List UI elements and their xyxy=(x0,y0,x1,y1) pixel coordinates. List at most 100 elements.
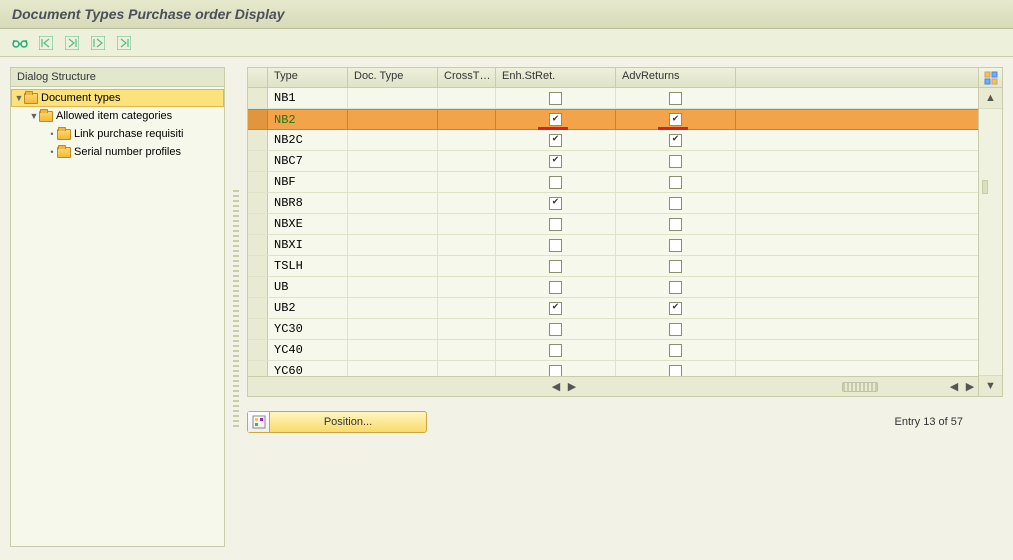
next-page-icon[interactable] xyxy=(88,33,108,53)
checkbox-icon[interactable] xyxy=(669,239,682,252)
row-selector[interactable] xyxy=(248,88,268,108)
row-selector[interactable] xyxy=(248,235,268,255)
cell-adv[interactable] xyxy=(616,214,736,234)
checkbox-icon[interactable] xyxy=(549,302,562,315)
checkbox-icon[interactable] xyxy=(549,365,562,377)
vscroll-down-icon[interactable]: ▼ xyxy=(979,376,1002,396)
checkbox-icon[interactable] xyxy=(549,155,562,168)
tree-twisty-icon[interactable]: ▼ xyxy=(14,93,24,103)
row-selector[interactable] xyxy=(248,110,268,129)
cell-adv[interactable] xyxy=(616,340,736,360)
col-type[interactable]: Type xyxy=(268,68,348,87)
checkbox-icon[interactable] xyxy=(669,218,682,231)
col-enh[interactable]: Enh.StRet. xyxy=(496,68,616,87)
row-selector[interactable] xyxy=(248,256,268,276)
cell-enh[interactable] xyxy=(496,340,616,360)
row-selector[interactable] xyxy=(248,298,268,318)
cell-enh[interactable] xyxy=(496,151,616,171)
cell-adv[interactable] xyxy=(616,319,736,339)
checkbox-icon[interactable] xyxy=(549,92,562,105)
cell-adv[interactable] xyxy=(616,277,736,297)
checkbox-icon[interactable] xyxy=(549,176,562,189)
hscroll-right-icon[interactable]: ▶ xyxy=(564,380,580,393)
checkbox-icon[interactable] xyxy=(669,134,682,147)
table-row[interactable]: UB2 xyxy=(248,298,978,319)
row-selector[interactable] xyxy=(248,193,268,213)
checkbox-icon[interactable] xyxy=(669,197,682,210)
table-row[interactable]: NBC7 xyxy=(248,151,978,172)
table-row[interactable]: NBXI xyxy=(248,235,978,256)
tree-node-2[interactable]: •Link purchase requisiti xyxy=(11,125,224,143)
cell-adv[interactable] xyxy=(616,298,736,318)
cell-adv[interactable] xyxy=(616,88,736,108)
table-row[interactable]: NB2C xyxy=(248,130,978,151)
tree-twisty-icon[interactable]: ▼ xyxy=(29,111,39,121)
table-row[interactable]: NB2 xyxy=(248,109,978,130)
cell-enh[interactable] xyxy=(496,172,616,192)
cell-adv[interactable] xyxy=(616,256,736,276)
col-select[interactable] xyxy=(248,68,268,87)
row-selector[interactable] xyxy=(248,151,268,171)
hscroll-left2-icon[interactable]: ◀ xyxy=(946,380,962,393)
table-row[interactable]: NBXE xyxy=(248,214,978,235)
first-page-icon[interactable] xyxy=(36,33,56,53)
checkbox-icon[interactable] xyxy=(669,281,682,294)
cell-adv[interactable] xyxy=(616,151,736,171)
checkbox-icon[interactable] xyxy=(669,92,682,105)
hscroll-right2-icon[interactable]: ▶ xyxy=(962,380,978,393)
cell-adv[interactable] xyxy=(616,172,736,192)
col-cross[interactable]: CrossT… xyxy=(438,68,496,87)
cell-enh[interactable] xyxy=(496,361,616,376)
checkbox-icon[interactable] xyxy=(669,302,682,315)
prev-page-icon[interactable] xyxy=(62,33,82,53)
table-row[interactable]: UB xyxy=(248,277,978,298)
checkbox-icon[interactable] xyxy=(549,281,562,294)
table-row[interactable]: YC60 xyxy=(248,361,978,376)
checkbox-icon[interactable] xyxy=(669,260,682,273)
cell-adv[interactable] xyxy=(616,361,736,376)
table-row[interactable]: NB1 xyxy=(248,88,978,109)
checkbox-icon[interactable] xyxy=(669,344,682,357)
cell-enh[interactable] xyxy=(496,235,616,255)
cell-enh[interactable] xyxy=(496,88,616,108)
tree-node-0[interactable]: ▼Document types xyxy=(11,89,224,107)
checkbox-icon[interactable] xyxy=(549,218,562,231)
checkbox-icon[interactable] xyxy=(669,323,682,336)
checkbox-icon[interactable] xyxy=(669,365,682,377)
col-doctype[interactable]: Doc. Type xyxy=(348,68,438,87)
cell-enh[interactable] xyxy=(496,298,616,318)
tree-twisty-icon[interactable]: • xyxy=(47,147,57,157)
hscroll-track[interactable] xyxy=(580,382,834,392)
cell-enh[interactable] xyxy=(496,256,616,276)
table-row[interactable]: YC40 xyxy=(248,340,978,361)
checkbox-icon[interactable] xyxy=(549,197,562,210)
splitter-handle[interactable] xyxy=(233,187,239,427)
checkbox-icon[interactable] xyxy=(549,344,562,357)
checkbox-icon[interactable] xyxy=(669,176,682,189)
tree-node-3[interactable]: •Serial number profiles xyxy=(11,143,224,161)
row-selector[interactable] xyxy=(248,130,268,150)
cell-enh[interactable] xyxy=(496,130,616,150)
vscroll-track[interactable] xyxy=(979,108,1002,376)
checkbox-icon[interactable] xyxy=(549,323,562,336)
row-selector[interactable] xyxy=(248,172,268,192)
glasses-icon[interactable] xyxy=(10,33,30,53)
checkbox-icon[interactable] xyxy=(549,260,562,273)
vscroll-thumb[interactable] xyxy=(982,180,988,194)
row-selector[interactable] xyxy=(248,361,268,376)
table-row[interactable]: NBR8 xyxy=(248,193,978,214)
checkbox-icon[interactable] xyxy=(549,113,562,126)
cell-adv[interactable] xyxy=(616,235,736,255)
row-selector[interactable] xyxy=(248,214,268,234)
hscroll-left-icon[interactable]: ◀ xyxy=(548,380,564,393)
tree-twisty-icon[interactable]: • xyxy=(47,129,57,139)
tree-node-1[interactable]: ▼Allowed item categories xyxy=(11,107,224,125)
table-row[interactable]: YC30 xyxy=(248,319,978,340)
checkbox-icon[interactable] xyxy=(549,239,562,252)
row-selector[interactable] xyxy=(248,340,268,360)
cell-enh[interactable] xyxy=(496,214,616,234)
table-settings-icon[interactable] xyxy=(979,68,1002,88)
position-button[interactable]: Position... xyxy=(247,411,427,433)
cell-enh[interactable] xyxy=(496,193,616,213)
row-selector[interactable] xyxy=(248,319,268,339)
